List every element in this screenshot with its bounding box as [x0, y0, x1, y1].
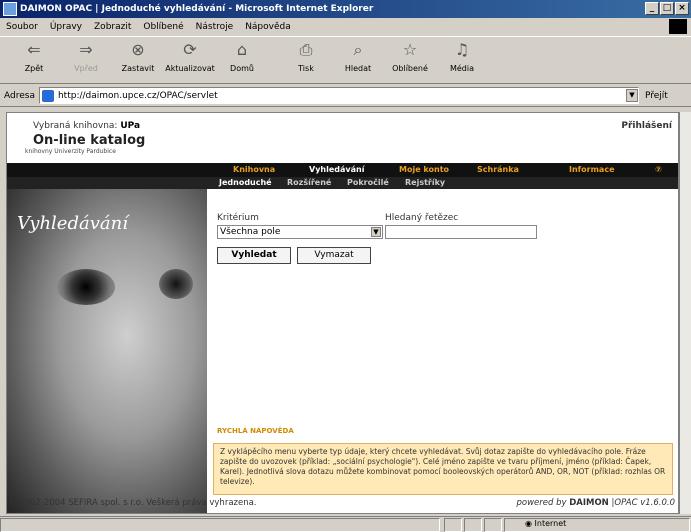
nav-vyhledavani[interactable]: Vyhledávání	[309, 163, 364, 177]
status-bar: ◉ Internet	[0, 516, 691, 532]
subnav-pokrocile[interactable]: Pokročilé	[347, 177, 389, 189]
window-titlebar: DAIMON OPAC | Jednoduché vyhledávání - M…	[0, 0, 691, 18]
print-button[interactable]: ⎙ Tisk	[280, 37, 332, 83]
status-cell	[464, 518, 482, 532]
help-title: RYCHLÁ NÁPOVĚDA	[217, 427, 294, 435]
menu-zobrazit[interactable]: Zobrazit	[94, 22, 131, 32]
address-label: Adresa	[4, 90, 35, 101]
menu-nastroje[interactable]: Nástroje	[196, 22, 234, 32]
nav-moje-konto[interactable]: Moje konto	[399, 163, 449, 177]
search-input[interactable]	[385, 225, 537, 239]
menu-oblibene[interactable]: Oblíbené	[143, 22, 183, 32]
subnav-rejstriky[interactable]: Rejstříky	[405, 177, 445, 189]
quick-help: Z vyklápěcího menu vyberte typ údaje, kt…	[213, 443, 673, 495]
login-link[interactable]: Přihlášení	[621, 121, 672, 131]
maximize-button[interactable]: □	[660, 2, 674, 15]
home-button[interactable]: ⌂ Domů	[216, 37, 268, 83]
catalog-subtitle: knihovny Univerzity Pardubice	[25, 148, 116, 155]
subnav-jednoduche[interactable]: Jednoduché	[219, 177, 272, 189]
window-title: DAIMON OPAC | Jednoduché vyhledávání - M…	[20, 4, 374, 14]
menu-bar: Soubor Úpravy Zobrazit Oblíbené Nástroje…	[0, 18, 691, 35]
section-title: Vyhledávání	[17, 213, 128, 234]
refresh-button[interactable]: ⟳ Aktualizovat	[164, 37, 216, 83]
forward-icon: ⇒	[79, 40, 93, 59]
nav-knihovna[interactable]: Knihovna	[233, 163, 275, 177]
zone-indicator: ◉ Internet	[504, 518, 690, 532]
search-icon: ⌕	[353, 40, 363, 59]
windows-logo-icon	[669, 19, 687, 34]
minimize-button[interactable]: _	[645, 2, 659, 15]
favorites-icon: ☆	[402, 40, 418, 59]
web-page: Vybraná knihovna: UPa Přihlášení On-line…	[6, 112, 679, 514]
refresh-icon: ⟳	[183, 40, 197, 59]
eye-image	[57, 269, 115, 305]
criterion-label: Kritérium	[217, 213, 259, 223]
subnav-rozsirene[interactable]: Rozšířené	[287, 177, 331, 189]
stop-button[interactable]: ⊗ Zastavit	[112, 37, 164, 83]
nav-informace[interactable]: Informace	[569, 163, 615, 177]
selected-library: Vybraná knihovna: UPa	[33, 121, 141, 131]
powered-by: powered by DAIMON |OPAC v1.6.0.0	[516, 498, 675, 508]
chevron-down-icon: ▼	[371, 227, 381, 237]
forward-button[interactable]: ⇒ Vpřed	[60, 37, 112, 83]
status-cell	[484, 518, 502, 532]
media-button[interactable]: ♫ Média	[436, 37, 488, 83]
page-icon	[41, 89, 54, 102]
menu-napoveda[interactable]: Nápověda	[245, 22, 291, 32]
address-input[interactable]: http://daimon.upce.cz/OPAC/servlet ▼	[38, 87, 639, 104]
clear-button[interactable]: Vymazat	[297, 247, 371, 264]
menu-upravy[interactable]: Úpravy	[50, 22, 82, 32]
address-url: http://daimon.upce.cz/OPAC/servlet	[57, 90, 218, 101]
sub-nav: Jednoduché Rozšířené Pokročilé Rejstříky	[7, 177, 678, 189]
address-bar: Adresa http://daimon.upce.cz/OPAC/servle…	[0, 85, 691, 107]
copyright: © 2002-2004 SEFIRA spol. s r.o. Veškerá …	[8, 498, 257, 508]
media-icon: ♫	[454, 40, 470, 59]
catalog-title: On-line katalog	[33, 133, 146, 148]
main-nav: Knihovna Vyhledávání Moje konto Schránka…	[7, 163, 678, 177]
go-button[interactable]: Přejít	[645, 91, 668, 101]
catalog-logo[interactable]: On-line katalog knihovny Univerzity Pard…	[23, 133, 223, 155]
help-icon[interactable]: ⑦	[655, 163, 662, 177]
favorites-button[interactable]: ☆ Oblíbené	[384, 37, 436, 83]
search-button[interactable]: ⌕ Hledat	[332, 37, 384, 83]
eye-image-right	[159, 269, 193, 299]
status-text	[0, 518, 440, 532]
close-button[interactable]: ×	[675, 2, 689, 15]
globe-icon: ◉	[525, 519, 535, 528]
criterion-select[interactable]: Všechna pole ▼	[217, 225, 383, 239]
version: |OPAC v1.6.0.0	[611, 498, 675, 508]
daimon-logo: DAIMON	[569, 498, 609, 508]
nav-schranka[interactable]: Schránka	[477, 163, 519, 177]
toolbar: ⇐ Zpět ⇒ Vpřed ⊗ Zastavit ⟳ Aktualizovat ⌂ Do…	[0, 36, 691, 84]
face-image	[7, 189, 207, 513]
status-cell	[444, 518, 462, 532]
chevron-down-icon[interactable]: ▼	[625, 89, 638, 102]
library-name: UPa	[120, 121, 141, 131]
stop-icon: ⊗	[131, 40, 145, 59]
menu-soubor[interactable]: Soubor	[6, 22, 38, 32]
footer: © 2002-2004 SEFIRA spol. s r.o. Veškerá …	[6, 498, 679, 512]
back-button[interactable]: ⇐ Zpět	[8, 37, 60, 83]
vertical-scrollbar[interactable]	[679, 112, 691, 514]
ie-icon	[3, 2, 17, 16]
back-icon: ⇐	[27, 40, 41, 59]
home-icon: ⌂	[236, 40, 248, 59]
search-submit-button[interactable]: Vyhledat	[217, 247, 291, 264]
window-controls: _ □ ×	[645, 2, 689, 15]
search-string-label: Hledaný řetězec	[385, 213, 459, 223]
print-icon: ⎙	[299, 40, 313, 59]
